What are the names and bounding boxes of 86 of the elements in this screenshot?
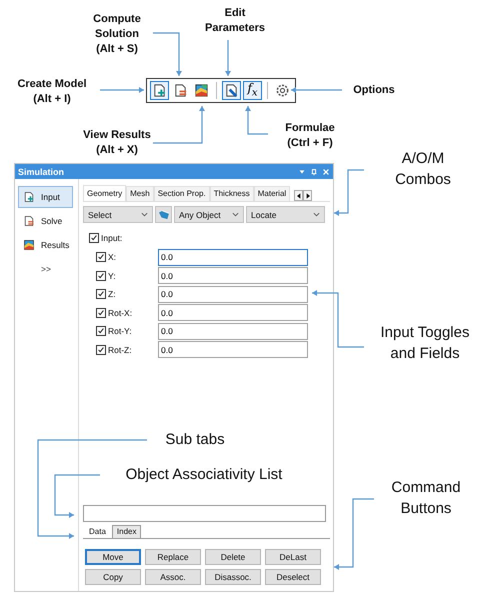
checkbox[interactable] (96, 289, 106, 300)
list-field[interactable] (83, 505, 326, 522)
tab[interactable]: Mesh (126, 186, 154, 201)
callout-label: Create Model (Alt + I) (16, 77, 88, 107)
dropdown-icon[interactable] (298, 168, 306, 176)
checkbox[interactable] (96, 270, 106, 281)
field-label: Z: (108, 289, 117, 300)
settings-icon (275, 83, 290, 98)
plus-document-icon (23, 191, 35, 203)
checkbox-label: Input: (101, 233, 122, 243)
callout-label: Command Buttons (390, 478, 462, 519)
callout-label: Input Toggles and Fields (380, 323, 470, 364)
command-button[interactable]: Assoc. (145, 569, 201, 585)
leader-line (245, 106, 268, 135)
sub-tab[interactable]: Index (112, 525, 142, 538)
field-label: Rot-X: (108, 308, 134, 318)
command-button[interactable]: Move (85, 549, 141, 565)
command-button[interactable]: Copy (85, 569, 141, 585)
callout-label: Options (352, 83, 396, 98)
leader-line (100, 87, 144, 93)
checkbox[interactable] (89, 233, 99, 243)
map-icon (23, 239, 35, 251)
input-field[interactable]: 0.0 (158, 322, 308, 340)
callout-label: Formulae (Ctrl + F) (284, 121, 336, 151)
leader-line (334, 169, 364, 216)
right-triangle-icon (306, 192, 310, 198)
field-label: Y: (108, 270, 117, 281)
panel-title: Simulation (18, 166, 64, 176)
input-field[interactable]: 0.0 (158, 304, 308, 322)
chevron-down-icon (313, 212, 320, 217)
field-label: Rot-Z: (108, 344, 133, 355)
leader-line (291, 87, 342, 93)
input-field[interactable]: 0.0 (158, 248, 308, 266)
sidebar-item[interactable]: Input (18, 186, 73, 208)
shape-icon (158, 210, 170, 220)
input-field[interactable]: 0.0 (158, 341, 308, 358)
field-label: X: (108, 252, 118, 262)
object-picker-button[interactable] (155, 206, 172, 223)
leader-line (225, 40, 231, 76)
input-field[interactable]: 0.0 (158, 267, 308, 284)
list-document-icon (23, 215, 35, 227)
callout-label: Object Associativity List (124, 465, 284, 485)
create-button[interactable] (150, 81, 169, 100)
command-button[interactable]: Replace (145, 549, 201, 565)
pin-icon[interactable] (310, 168, 318, 176)
command-button[interactable]: Disassoc. (205, 569, 261, 585)
pen-document-icon (224, 83, 239, 98)
checkbox[interactable] (96, 252, 106, 262)
checkbox[interactable] (96, 308, 106, 318)
tab[interactable]: Thickness (210, 186, 254, 201)
field-label: Rot-Y: (108, 326, 133, 336)
list-document-icon (173, 83, 188, 98)
callout-label: A/O/M Combos (394, 149, 452, 190)
checkbox[interactable] (96, 326, 106, 336)
checkbox[interactable] (96, 344, 106, 355)
callout-label: View Results (Alt + X) (82, 128, 152, 158)
edit-button[interactable] (222, 81, 241, 100)
callout-label: Compute Solution (Alt + S) (92, 12, 142, 57)
sidebar-item[interactable]: Results (18, 234, 73, 256)
command-button[interactable]: Delete (205, 549, 261, 565)
dropdown[interactable]: Any Object (174, 206, 244, 223)
leader-line (334, 498, 374, 570)
command-button[interactable]: Deselect (265, 569, 321, 585)
close-icon[interactable] (322, 168, 330, 176)
chevron-down-icon (232, 212, 239, 217)
command-button[interactable]: DeLast (265, 549, 321, 565)
plus-document-icon (152, 83, 167, 98)
left-triangle-icon (296, 192, 301, 198)
sidebar-item[interactable]: Solve (18, 210, 73, 232)
tab[interactable]: Geometry (83, 185, 126, 201)
leader-line (153, 106, 205, 144)
tab[interactable]: Section Prop. (154, 186, 210, 201)
scroll-left-button[interactable] (294, 190, 304, 201)
leader-line (312, 290, 364, 348)
callout-label: Edit Parameters (204, 6, 266, 36)
scroll-right-button[interactable] (303, 190, 312, 201)
expand-link[interactable]: >> (41, 264, 51, 274)
input-field[interactable]: 0.0 (158, 286, 308, 303)
callout-label: Sub tabs (164, 430, 226, 450)
tab[interactable]: Material (254, 186, 290, 201)
map-icon (194, 83, 209, 98)
chevron-down-icon (141, 212, 148, 217)
leader-line (153, 32, 182, 76)
dropdown[interactable]: Select (83, 206, 153, 223)
dropdown[interactable]: Locate (246, 206, 325, 223)
formula-button[interactable]: f$_{x}$ (243, 81, 262, 100)
